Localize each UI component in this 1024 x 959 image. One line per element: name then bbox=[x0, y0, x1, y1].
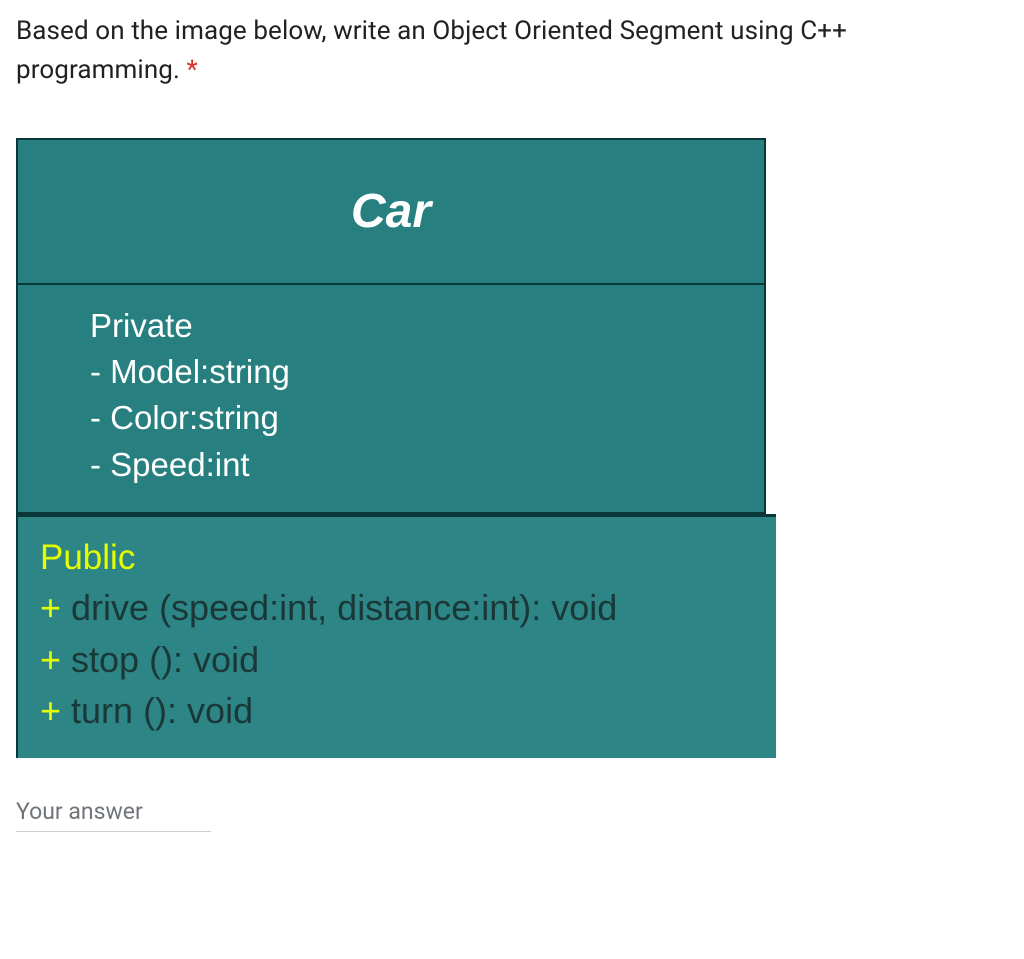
plus-icon: + bbox=[40, 639, 61, 680]
uml-public-label: Public bbox=[40, 533, 766, 583]
required-asterisk-icon: * bbox=[187, 55, 198, 85]
uml-private-compartment: Private - Model:string - Color:string - … bbox=[16, 283, 766, 514]
uml-attribute-color: - Color:string bbox=[90, 395, 744, 441]
uml-method-turn-signature: turn (): void bbox=[61, 690, 253, 731]
uml-public-compartment: Public + drive (speed:int, distance:int)… bbox=[16, 514, 776, 758]
uml-method-turn: + turn (): void bbox=[40, 685, 766, 736]
uml-private-label: Private bbox=[90, 303, 744, 349]
plus-icon: + bbox=[40, 690, 61, 731]
uml-method-drive-signature: drive (speed:int, distance:int): void bbox=[61, 587, 617, 628]
answer-input[interactable] bbox=[16, 794, 211, 832]
plus-icon: + bbox=[40, 587, 61, 628]
uml-method-drive: + drive (speed:int, distance:int): void bbox=[40, 582, 766, 633]
uml-title-compartment: Car bbox=[16, 138, 766, 283]
uml-attribute-speed: - Speed:int bbox=[90, 442, 744, 488]
uml-class-diagram: Car Private - Model:string - Color:strin… bbox=[16, 138, 766, 758]
uml-attribute-model: - Model:string bbox=[90, 349, 744, 395]
uml-method-stop: + stop (): void bbox=[40, 634, 766, 685]
uml-method-stop-signature: stop (): void bbox=[61, 639, 259, 680]
uml-class-name: Car bbox=[351, 184, 431, 239]
question-prompt: Based on the image below, write an Objec… bbox=[16, 12, 1008, 90]
answer-field-row bbox=[16, 794, 211, 832]
question-text: Based on the image below, write an Objec… bbox=[16, 16, 847, 85]
